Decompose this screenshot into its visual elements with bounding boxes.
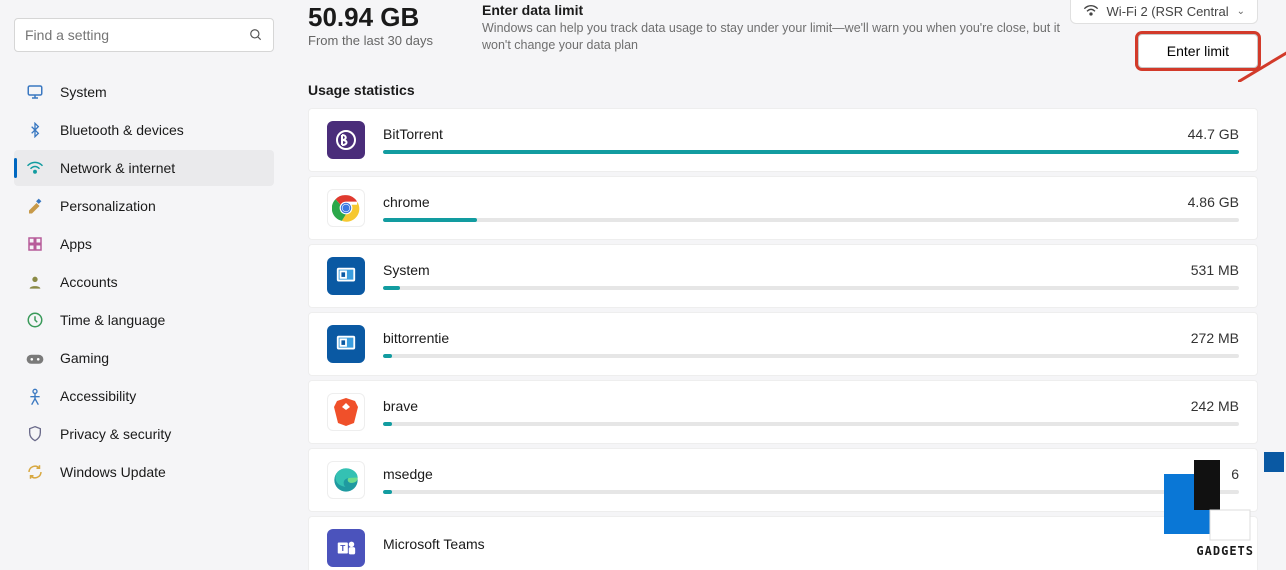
app-name: brave (383, 398, 418, 414)
usage-bar (383, 354, 1239, 358)
bittorrent-icon (327, 121, 365, 159)
sidebar-item-personalization[interactable]: Personalization (14, 188, 274, 224)
sidebar-icon (26, 159, 44, 177)
search-icon (249, 28, 263, 42)
sidebar-icon (26, 273, 44, 291)
app-name: bittorrentie (383, 330, 449, 346)
sidebar-item-label: Accounts (60, 274, 118, 290)
sidebar-item-label: Windows Update (60, 464, 166, 480)
sidebar-item-accounts[interactable]: Accounts (14, 264, 274, 300)
app-usage-row[interactable]: BitTorrent 44.7 GB (308, 108, 1258, 172)
wifi-icon (1083, 4, 1099, 19)
wifi-dropdown[interactable]: Wi-Fi 2 (RSR Central ⌄ (1070, 0, 1258, 24)
sidebar-item-label: Network & internet (60, 160, 175, 176)
system-icon (327, 325, 365, 363)
sidebar-item-time-language[interactable]: Time & language (14, 302, 274, 338)
top-right-controls: Wi-Fi 2 (RSR Central ⌄ Enter limit (1070, 0, 1258, 68)
brave-icon (327, 393, 365, 431)
sidebar-item-system[interactable]: System (14, 74, 274, 110)
sidebar-item-label: Gaming (60, 350, 109, 366)
usage-bar (383, 490, 1239, 494)
chevron-down-icon: ⌄ (1237, 6, 1245, 17)
sidebar-item-label: Privacy & security (60, 426, 171, 442)
sidebar-icon (26, 349, 44, 367)
sidebar-item-label: Accessibility (60, 388, 136, 404)
enter-limit-button[interactable]: Enter limit (1138, 34, 1258, 68)
search-box[interactable] (14, 18, 274, 52)
usage-bar (383, 218, 1239, 222)
chrome-icon (327, 189, 365, 227)
sidebar-item-label: System (60, 84, 107, 100)
search-input[interactable] (25, 27, 249, 43)
sidebar-item-privacy-security[interactable]: Privacy & security (14, 416, 274, 452)
app-usage-row[interactable]: bittorrentie 272 MB (308, 312, 1258, 376)
sidebar-icon (26, 121, 44, 139)
app-name: chrome (383, 194, 430, 210)
sidebar-item-bluetooth-devices[interactable]: Bluetooth & devices (14, 112, 274, 148)
sidebar-icon (26, 463, 44, 481)
usage-total-value: 50.94 GB (308, 2, 458, 33)
app-usage-row[interactable]: brave 242 MB (308, 380, 1258, 444)
sidebar-nav: System Bluetooth & devices Network & inter… (14, 74, 274, 490)
app-name: Microsoft Teams (383, 536, 485, 552)
watermark-text: GADGETS (1196, 544, 1254, 558)
app-usage-row[interactable]: chrome 4.86 GB (308, 176, 1258, 240)
watermark: GADGETS (1134, 454, 1254, 564)
app-usage-row[interactable]: msedge6 (308, 448, 1258, 512)
sidebar-icon (26, 235, 44, 253)
app-name: BitTorrent (383, 126, 443, 142)
decorative-tab (1264, 452, 1284, 472)
sidebar-item-label: Time & language (60, 312, 165, 328)
app-size: 4.86 GB (1188, 194, 1239, 210)
usage-bar (383, 150, 1239, 154)
sidebar-item-gaming[interactable]: Gaming (14, 340, 274, 376)
app-size: 272 MB (1191, 330, 1239, 346)
app-usage-row[interactable]: System 531 MB (308, 244, 1258, 308)
sidebar-icon (26, 83, 44, 101)
edge-icon (327, 461, 365, 499)
usage-stats-title: Usage statistics (308, 82, 1286, 98)
app-size: 44.7 GB (1188, 126, 1239, 142)
system-icon (327, 257, 365, 295)
usage-total: 50.94 GB From the last 30 days (308, 2, 458, 48)
usage-bar (383, 286, 1239, 290)
sidebar-item-apps[interactable]: Apps (14, 226, 274, 262)
app-name: msedge (383, 466, 433, 482)
app-size: 531 MB (1191, 262, 1239, 278)
sidebar-item-accessibility[interactable]: Accessibility (14, 378, 274, 414)
teams-icon: T (327, 529, 365, 567)
usage-bar (383, 422, 1239, 426)
sidebar-item-label: Personalization (60, 198, 156, 214)
sidebar-item-label: Bluetooth & devices (60, 122, 184, 138)
sidebar-icon (26, 425, 44, 443)
app-name: System (383, 262, 430, 278)
sidebar: System Bluetooth & devices Network & inter… (0, 0, 288, 570)
wifi-label: Wi-Fi 2 (RSR Central (1107, 4, 1229, 19)
svg-text:T: T (340, 544, 345, 553)
app-size: 242 MB (1191, 398, 1239, 414)
sidebar-icon (26, 311, 44, 329)
usage-period: From the last 30 days (308, 33, 458, 48)
sidebar-item-windows-update[interactable]: Windows Update (14, 454, 274, 490)
app-usage-row[interactable]: T Microsoft Teams (308, 516, 1258, 570)
sidebar-item-network-internet[interactable]: Network & internet (14, 150, 274, 186)
sidebar-icon (26, 197, 44, 215)
sidebar-icon (26, 387, 44, 405)
sidebar-item-label: Apps (60, 236, 92, 252)
data-limit-description: Windows can help you track data usage to… (482, 20, 1062, 54)
